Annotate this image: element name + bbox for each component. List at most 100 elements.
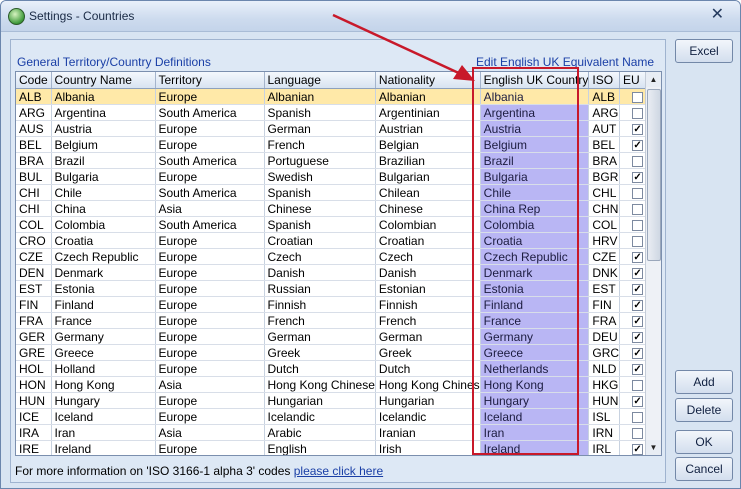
cell-english[interactable]: Iceland	[480, 408, 590, 425]
cell-territory: Europe	[155, 264, 265, 281]
eu-checkbox[interactable]	[632, 107, 644, 119]
eu-checkbox[interactable]: ✓	[632, 363, 644, 375]
eu-checkbox[interactable]	[632, 411, 644, 423]
eu-checkbox[interactable]	[632, 155, 644, 167]
table-row[interactable]: COL Colombia South America Spanish Colombian…	[16, 216, 657, 233]
cell-english[interactable]: Hungary	[480, 392, 590, 409]
table-row[interactable]: FRA France Europe French French France FRA ✓	[16, 312, 657, 329]
close-icon[interactable]: ✕	[711, 7, 724, 23]
cell-territory: Europe	[155, 344, 265, 361]
cell-territory: Europe	[155, 248, 265, 265]
table-row[interactable]: ICE Iceland Europe Icelandic Icelandic Icelan…	[16, 408, 657, 425]
cell-iso: CHN	[588, 200, 621, 217]
cell-territory: Europe	[155, 280, 265, 297]
table-row[interactable]: CHI China Asia Chinese Chinese China Rep CHN	[16, 200, 657, 217]
cell-english[interactable]: China Rep	[480, 200, 590, 217]
cell-nationality: Chinese	[375, 200, 481, 217]
cell-territory: South America	[155, 152, 265, 169]
scroll-thumb[interactable]	[647, 89, 661, 261]
cell-english[interactable]: Denmark	[480, 264, 590, 281]
col-header-iso[interactable]: ISO	[588, 72, 621, 89]
table-row[interactable]: EST Estonia Europe Russian Estonian Estonia ES…	[16, 280, 657, 297]
add-button-label: Add	[693, 375, 715, 389]
eu-checkbox[interactable]	[632, 235, 644, 247]
table-row[interactable]: GRE Greece Europe Greek Greek Greece GRC ✓	[16, 344, 657, 361]
cell-english[interactable]: Albania	[480, 88, 590, 105]
cell-english[interactable]: Austria	[480, 120, 590, 137]
eu-checkbox[interactable]: ✓	[632, 171, 644, 183]
cell-english[interactable]: Ireland	[480, 440, 590, 455]
eu-checkbox[interactable]: ✓	[632, 299, 644, 311]
table-row[interactable]: BRA Brazil South America Portuguese Brazilia…	[16, 152, 657, 169]
cell-english[interactable]: Estonia	[480, 280, 590, 297]
table-row[interactable]: HOL Holland Europe Dutch Dutch Netherlands NLD…	[16, 360, 657, 377]
scroll-down-icon[interactable]: ▼	[646, 440, 661, 455]
cell-english[interactable]: Hong Kong	[480, 376, 590, 393]
cancel-button[interactable]: Cancel	[675, 457, 733, 481]
cell-english[interactable]: France	[480, 312, 590, 329]
countries-grid[interactable]: Code Country Name Territory Language Nat…	[15, 71, 662, 456]
cell-english[interactable]: Argentina	[480, 104, 590, 121]
col-header-english-uk-country[interactable]: English UK Country	[480, 72, 590, 89]
eu-checkbox[interactable]	[632, 379, 644, 391]
cell-english[interactable]: Chile	[480, 184, 590, 201]
table-row[interactable]: BEL Belgium Europe French Belgian Belgium BEL ✓	[16, 136, 657, 153]
eu-checkbox[interactable]: ✓	[632, 267, 644, 279]
cell-english[interactable]: Belgium	[480, 136, 590, 153]
cell-english[interactable]: Bulgaria	[480, 168, 590, 185]
eu-checkbox[interactable]	[632, 91, 644, 103]
table-row[interactable]: HON Hong Kong Asia Hong Kong Chinese Hong Ko…	[16, 376, 657, 393]
eu-checkbox[interactable]	[632, 219, 644, 231]
cell-nationality: Irish	[375, 440, 481, 455]
table-row[interactable]: FIN Finland Europe Finnish Finnish Finland FIN…	[16, 296, 657, 313]
table-row[interactable]: BUL Bulgaria Europe Swedish Bulgarian Bulgari…	[16, 168, 657, 185]
eu-checkbox[interactable]: ✓	[632, 347, 644, 359]
table-row[interactable]: CHI Chile South America Spanish Chilean Chile…	[16, 184, 657, 201]
eu-checkbox[interactable]: ✓	[632, 251, 644, 263]
cell-territory: Asia	[155, 424, 265, 441]
vertical-scrollbar[interactable]: ▲ ▼	[645, 72, 661, 455]
table-row[interactable]: DEN Denmark Europe Danish Danish Denmark DNK ✓	[16, 264, 657, 281]
cell-english[interactable]: Netherlands	[480, 360, 590, 377]
eu-checkbox[interactable]: ✓	[632, 331, 644, 343]
table-row[interactable]: ARG Argentina South America Spanish Argentin…	[16, 104, 657, 121]
col-header-territory[interactable]: Territory	[155, 72, 265, 89]
table-row[interactable]: HUN Hungary Europe Hungarian Hungarian Hungar…	[16, 392, 657, 409]
table-row[interactable]: AUS Austria Europe German Austrian Austria AUT…	[16, 120, 657, 137]
cell-english[interactable]: Iran	[480, 424, 590, 441]
table-row[interactable]: ALB Albania Europe Albanian Albanian Albania A…	[16, 88, 657, 105]
cell-english[interactable]: Finland	[480, 296, 590, 313]
col-header-country-name[interactable]: Country Name	[51, 72, 156, 89]
cell-language: Chinese	[264, 200, 376, 217]
eu-checkbox[interactable]: ✓	[632, 315, 644, 327]
countries-table: Code Country Name Territory Language Nat…	[16, 72, 657, 455]
cell-english[interactable]: Colombia	[480, 216, 590, 233]
cell-iso: DNK	[588, 264, 621, 281]
cell-english[interactable]: Czech Republic	[480, 248, 590, 265]
eu-checkbox[interactable]: ✓	[632, 395, 644, 407]
table-row[interactable]: IRA Iran Asia Arabic Iranian Iran IRN	[16, 424, 657, 441]
eu-checkbox[interactable]	[632, 187, 644, 199]
iso-info-link[interactable]: please click here	[294, 464, 383, 478]
eu-checkbox[interactable]: ✓	[632, 283, 644, 295]
col-header-code[interactable]: Code	[16, 72, 52, 89]
cell-english[interactable]: Croatia	[480, 232, 590, 249]
table-row[interactable]: CZE Czech Republic Europe Czech Czech Czech R…	[16, 248, 657, 265]
cell-english[interactable]: Germany	[480, 328, 590, 345]
eu-checkbox[interactable]: ✓	[632, 139, 644, 151]
eu-checkbox[interactable]	[632, 427, 644, 439]
eu-checkbox[interactable]: ✓	[632, 443, 644, 455]
cell-country: Argentina	[51, 104, 156, 121]
cell-english[interactable]: Brazil	[480, 152, 590, 169]
add-button[interactable]: Add	[675, 370, 733, 394]
table-row[interactable]: IRE Ireland Europe English Irish Ireland IRL ✓	[16, 440, 657, 455]
ok-button[interactable]: OK	[675, 430, 733, 454]
cell-english[interactable]: Greece	[480, 344, 590, 361]
scroll-up-icon[interactable]: ▲	[646, 72, 661, 87]
table-row[interactable]: CRO Croatia Europe Croatian Croatian Croatia H…	[16, 232, 657, 249]
excel-button[interactable]: Excel	[675, 39, 733, 63]
delete-button[interactable]: Delete	[675, 398, 733, 422]
eu-checkbox[interactable]: ✓	[632, 123, 644, 135]
eu-checkbox[interactable]	[632, 203, 644, 215]
table-row[interactable]: GER Germany Europe German German Germany DEU ✓	[16, 328, 657, 345]
